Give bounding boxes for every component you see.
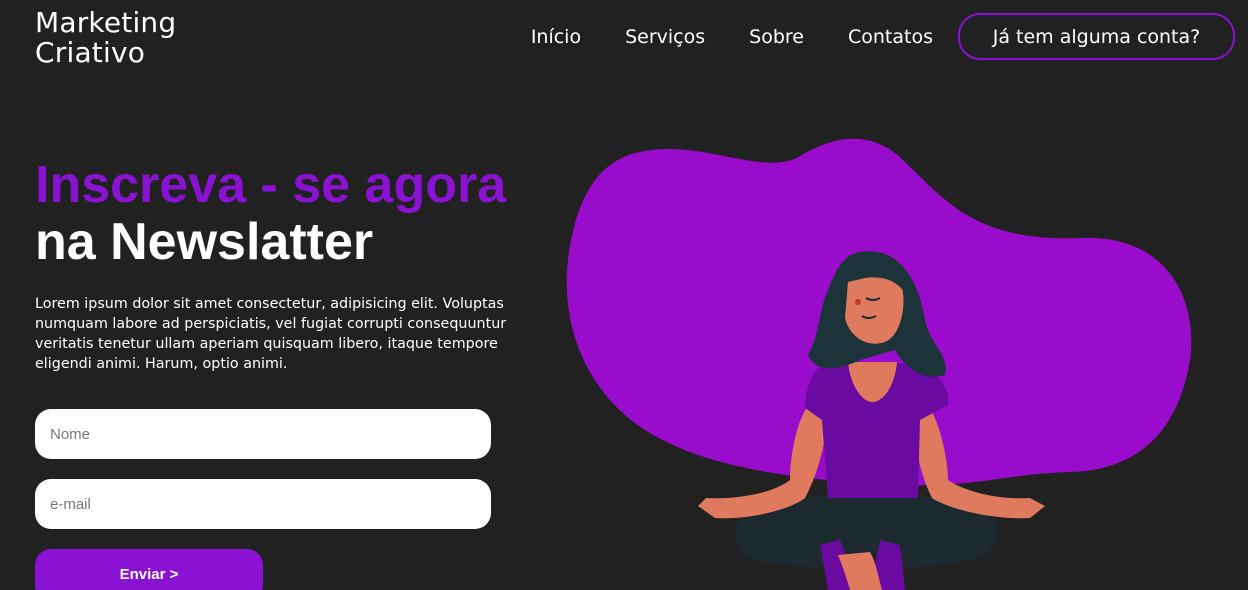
- logo-line1: Marketing: [35, 6, 177, 39]
- main-nav: Início Serviços Sobre Contatos Já tem al…: [531, 13, 1235, 60]
- nav-link-home[interactable]: Início: [531, 14, 581, 60]
- logo[interactable]: Marketing Criativo: [35, 8, 176, 68]
- logo-line2: Criativo: [35, 36, 146, 69]
- name-input[interactable]: [35, 409, 491, 459]
- hero-title-line2: na Newslatter: [35, 213, 374, 271]
- account-login-button[interactable]: Já tem alguma conta?: [958, 13, 1235, 60]
- hero-title-line1: Inscreva - se agora: [35, 156, 507, 214]
- nav-link-about[interactable]: Sobre: [749, 14, 804, 60]
- nav-link-services[interactable]: Serviços: [625, 14, 705, 60]
- submit-button[interactable]: Enviar >: [35, 549, 263, 590]
- nav-link-contacts[interactable]: Contatos: [848, 14, 933, 60]
- email-input[interactable]: [35, 479, 491, 529]
- landing-page: Marketing Criativo Início Serviços Sobre…: [0, 0, 1248, 590]
- meditating-woman-illustration: [566, 138, 1192, 590]
- hero-description: Lorem ipsum dolor sit amet consectetur, …: [35, 296, 507, 372]
